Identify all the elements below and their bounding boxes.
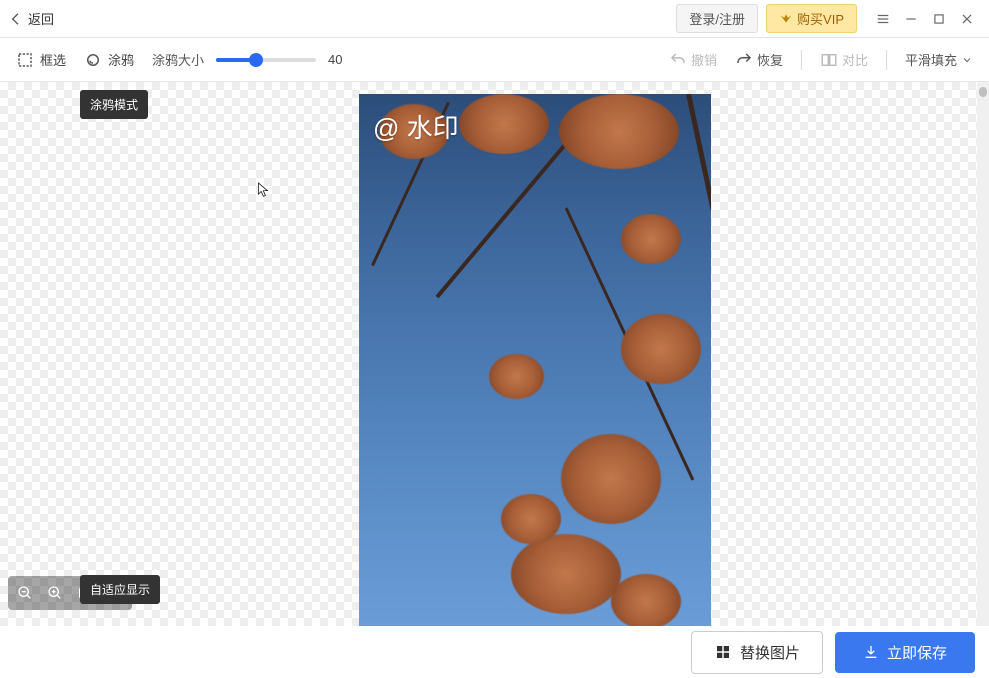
title-bar: 返回 登录/注册 购买VIP — [0, 0, 989, 38]
maximize-button[interactable] — [925, 5, 953, 33]
back-label: 返回 — [28, 9, 54, 28]
redo-button[interactable]: 恢复 — [735, 50, 783, 69]
redo-label: 恢复 — [757, 50, 783, 69]
brush-mode-tooltip: 涂鸦模式 — [80, 90, 148, 119]
toolbar: 框选 涂鸦 涂鸦大小 40 撤销 恢复 对比 平滑填充 — [0, 38, 989, 82]
chevron-down-icon — [961, 54, 973, 66]
back-button[interactable]: 返回 — [8, 9, 54, 28]
hamburger-icon — [876, 12, 890, 26]
marquee-icon — [16, 51, 34, 69]
brush-size-slider[interactable] — [216, 58, 316, 62]
watermark-text: @ 水印 — [373, 108, 459, 145]
marquee-tool[interactable]: 框选 — [16, 50, 66, 69]
arrow-left-icon — [8, 11, 24, 27]
cursor-icon — [257, 181, 271, 199]
fit-display-tooltip: 自适应显示 — [80, 575, 160, 604]
zoom-out-button[interactable] — [12, 580, 38, 606]
undo-label: 撤销 — [691, 50, 717, 69]
leaf-decoration — [559, 94, 679, 169]
leaf-decoration — [511, 534, 621, 614]
zoom-in-button[interactable] — [42, 580, 68, 606]
maximize-icon — [932, 12, 946, 26]
brush-tool[interactable]: 涂鸦 — [84, 50, 134, 69]
undo-icon — [669, 51, 687, 69]
compare-label: 对比 — [842, 50, 868, 69]
download-icon — [863, 644, 879, 660]
vertical-scrollbar[interactable] — [977, 82, 989, 626]
fill-mode-label: 平滑填充 — [905, 50, 957, 69]
compare-icon — [820, 51, 838, 69]
bottom-bar: 替换图片 立即保存 — [0, 626, 989, 678]
divider — [801, 50, 802, 70]
minimize-button[interactable] — [897, 5, 925, 33]
brush-size-label: 涂鸦大小 — [152, 50, 204, 69]
marquee-label: 框选 — [40, 50, 66, 69]
replace-icon — [714, 643, 732, 661]
save-label: 立即保存 — [887, 642, 947, 663]
redo-icon — [735, 51, 753, 69]
leaf-decoration — [611, 574, 681, 626]
vip-label: 购买VIP — [797, 9, 844, 28]
fill-mode-select[interactable]: 平滑填充 — [905, 50, 973, 69]
zoom-in-icon — [47, 585, 63, 601]
leaf-decoration — [561, 434, 661, 524]
scroll-thumb[interactable] — [979, 87, 987, 97]
leaf-decoration — [459, 94, 549, 154]
menu-button[interactable] — [869, 5, 897, 33]
replace-label: 替换图片 — [740, 642, 800, 663]
replace-image-button[interactable]: 替换图片 — [691, 631, 823, 674]
compare-button[interactable]: 对比 — [820, 50, 868, 69]
vip-icon — [779, 12, 793, 26]
brush-size-control: 涂鸦大小 40 — [152, 50, 352, 69]
close-button[interactable] — [953, 5, 981, 33]
zoom-out-icon — [17, 585, 33, 601]
brush-label: 涂鸦 — [108, 50, 134, 69]
brush-size-value: 40 — [328, 52, 352, 67]
minimize-icon — [904, 12, 918, 26]
image-preview[interactable]: @ 水印 — [359, 94, 711, 626]
leaf-decoration — [621, 314, 701, 384]
undo-button[interactable]: 撤销 — [669, 50, 717, 69]
slider-thumb[interactable] — [249, 53, 263, 67]
canvas-area[interactable]: @ 水印 涂鸦模式 自适应显示 — [0, 82, 989, 626]
close-icon — [960, 12, 974, 26]
leaf-decoration — [489, 354, 544, 399]
save-button[interactable]: 立即保存 — [835, 632, 975, 673]
leaf-decoration — [621, 214, 681, 264]
leaf-decoration — [501, 494, 561, 544]
divider — [886, 50, 887, 70]
vip-button[interactable]: 购买VIP — [766, 4, 857, 33]
brush-icon — [84, 51, 102, 69]
login-button[interactable]: 登录/注册 — [676, 4, 758, 33]
